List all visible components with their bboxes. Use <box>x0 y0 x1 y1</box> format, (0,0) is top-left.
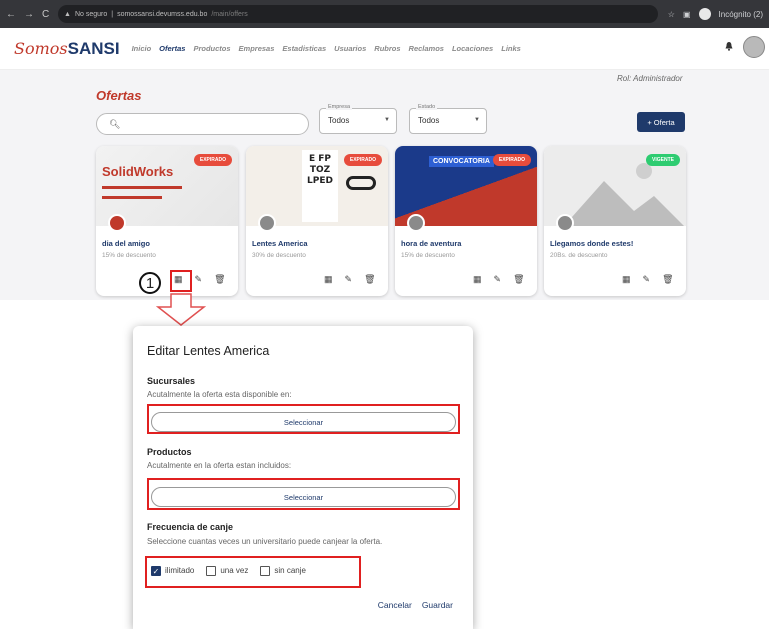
step-number: 1 <box>139 272 161 294</box>
menu-item-links[interactable]: Links <box>501 44 521 53</box>
offer-card[interactable]: E FP TOZ LPED EXPIRADO Lentes America 30… <box>246 146 388 296</box>
offer-name: Llegamos donde estes! <box>550 239 634 248</box>
status-badge: EXPIRADO <box>492 154 531 166</box>
status-badge: EXPIRADO <box>343 154 382 166</box>
menu-item-rubros[interactable]: Rubros <box>374 44 400 53</box>
page-title: Ofertas <box>96 88 142 103</box>
offer-name: dia del amigo <box>102 239 150 248</box>
offer-card[interactable]: VIGENTE Llegamos donde estes! 20Bs. de d… <box>544 146 686 296</box>
url-host: somossansi.devumss.edu.bo <box>117 10 208 18</box>
offer-name: hora de aventura <box>401 239 462 248</box>
chevron-down-icon: ▼ <box>384 117 390 123</box>
company-avatar <box>556 214 574 232</box>
checkbox-checked-icon[interactable]: ✓ <box>151 566 161 576</box>
edit-icon[interactable]: ✎ <box>345 274 353 285</box>
highlight-box <box>170 270 192 292</box>
profile-label[interactable]: Incógnito (2) <box>719 10 763 19</box>
offer-desc: 20Bs. de descuento <box>550 252 608 259</box>
offer-desc: 15% de descuento <box>401 252 455 259</box>
url-path: /main/offers <box>211 10 248 18</box>
search-icon: 🔍︎ <box>109 119 121 129</box>
status-badge: EXPIRADO <box>193 154 232 166</box>
forward-icon[interactable]: → <box>24 9 34 20</box>
delete-icon[interactable]: 🗑︎ <box>513 274 524 285</box>
option-sin-canje[interactable]: sin canje <box>260 566 306 576</box>
productos-title: Productos <box>147 447 192 457</box>
back-icon[interactable]: ← <box>6 9 16 20</box>
option-ilimitado[interactable]: ✓ ilimitado <box>151 566 194 576</box>
menu-item-estadisticas[interactable]: Estadisticas <box>282 44 326 53</box>
checkbox-icon[interactable] <box>260 566 271 576</box>
delete-icon[interactable]: 🗑︎ <box>364 274 375 285</box>
sucursales-subtitle: Acutalmente la oferta esta disponible en… <box>147 390 292 399</box>
sucursales-title: Sucursales <box>147 376 196 386</box>
sidebar-icon[interactable]: ▣ <box>683 10 691 19</box>
edit-icon[interactable]: ✎ <box>195 274 203 285</box>
productos-subtitle: Acutalmente en la oferta estan incluidos… <box>147 461 292 470</box>
frecuencia-title: Frecuencia de canje <box>147 522 234 532</box>
menu-item-inicio[interactable]: Inicio <box>132 44 152 53</box>
qr-icon[interactable]: ▦ <box>473 274 482 285</box>
edit-icon[interactable]: ✎ <box>494 274 502 285</box>
role-label: Rol: Administrador <box>617 74 683 83</box>
save-button[interactable]: Guardar <box>422 600 453 610</box>
menu-item-reclamos[interactable]: Reclamos <box>409 44 444 53</box>
frequency-options: ✓ ilimitado una vez sin canje <box>151 566 306 576</box>
browser-right-controls: ☆ ▣ Incógnito (2) <box>668 8 769 20</box>
address-bar[interactable]: ▲ No seguro | somossansi.devumss.edu.bo /… <box>58 5 658 23</box>
productos-select-button[interactable]: Seleccionar <box>151 487 456 507</box>
frecuencia-subtitle: Seleccione cuantas veces un universitari… <box>147 537 383 546</box>
add-oferta-button[interactable]: + Oferta <box>637 112 685 132</box>
menu-item-empresas[interactable]: Empresas <box>239 44 275 53</box>
menu-item-ofertas[interactable]: Ofertas <box>159 44 185 53</box>
down-arrow-icon <box>156 293 206 326</box>
bell-icon[interactable] <box>724 41 734 51</box>
search-input[interactable]: 🔍︎ <box>96 113 309 135</box>
offer-card[interactable]: SolidWorks EXPIRADO dia del amigo 15% de… <box>96 146 238 296</box>
status-badge: VIGENTE <box>646 154 680 166</box>
security-label: No seguro <box>74 10 108 18</box>
dialog-title: Editar Lentes America <box>147 344 270 358</box>
incognito-icon[interactable] <box>698 8 711 20</box>
avatar[interactable] <box>743 36 765 58</box>
qr-icon[interactable]: ▦ <box>622 274 631 285</box>
offer-desc: 30% de descuento <box>252 252 306 259</box>
company-avatar <box>258 214 276 232</box>
option-una-vez[interactable]: una vez <box>206 566 248 576</box>
menu-item-usuarios[interactable]: Usuarios <box>334 44 366 53</box>
card-actions: ▦ ✎ 🗑︎ <box>622 274 674 285</box>
browser-nav-buttons: ← → C <box>0 9 58 20</box>
checkbox-icon[interactable] <box>206 566 217 576</box>
menu-item-locaciones[interactable]: Locaciones <box>452 44 493 53</box>
app-navbar: SomosSANSI Inicio Ofertas Productos Empresa… <box>0 28 769 70</box>
offer-desc: 15% de descuento <box>102 252 156 259</box>
menu-item-productos[interactable]: Productos <box>193 44 230 53</box>
card-actions: ▦ ✎ 🗑︎ <box>473 274 525 285</box>
company-avatar <box>407 214 425 232</box>
offer-card[interactable]: CONVOCATORIA EXPIRADO hora de aventura 1… <box>395 146 537 296</box>
sucursales-select-button[interactable]: Seleccionar <box>151 412 456 432</box>
estado-select[interactable]: Estado Todos ▼ <box>409 104 487 134</box>
qr-icon[interactable]: ▦ <box>324 274 333 285</box>
edit-offer-dialog: Editar Lentes America Sucursales Acutalm… <box>133 326 473 629</box>
browser-toolbar: ← → C ▲ No seguro | somossansi.devumss.e… <box>0 0 769 28</box>
main-menu: Inicio Ofertas Productos Empresas Estadistic… <box>132 44 521 53</box>
reload-icon[interactable]: C <box>42 9 49 20</box>
cancel-button[interactable]: Cancelar <box>378 600 412 610</box>
edit-icon[interactable]: ✎ <box>643 274 651 285</box>
app-logo[interactable]: SomosSANSI <box>14 39 120 59</box>
offer-name: Lentes America <box>252 239 308 248</box>
card-actions: ▦ ✎ 🗑︎ <box>324 274 376 285</box>
empresa-select[interactable]: Empresa Todos ▼ <box>319 104 397 134</box>
chevron-down-icon: ▼ <box>474 117 480 123</box>
warning-icon: ▲ <box>64 10 71 18</box>
star-icon[interactable]: ☆ <box>668 10 675 19</box>
delete-icon[interactable]: 🗑︎ <box>662 274 673 285</box>
delete-icon[interactable]: 🗑︎ <box>214 274 225 285</box>
dialog-actions: Cancelar Guardar <box>378 600 453 610</box>
company-avatar <box>108 214 126 232</box>
